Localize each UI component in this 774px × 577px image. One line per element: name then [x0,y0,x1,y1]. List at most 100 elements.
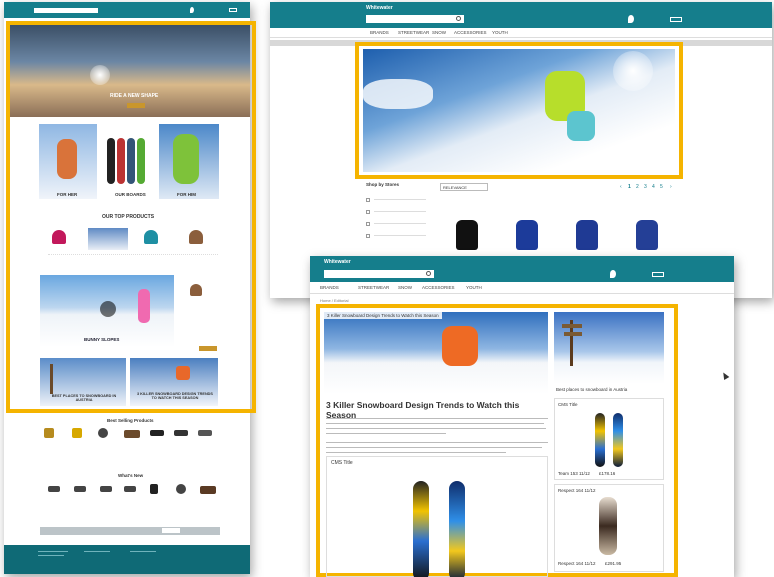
card-label: OUR BOARDS [115,192,146,197]
product-jacket[interactable] [516,220,538,250]
top-right-page: Whitewater BRANDS STREETWEAR SNOW ACCESS… [270,2,772,298]
nav-accessories[interactable]: ACCESSORIES [454,30,487,35]
editorial-nav: BRANDS STREETWEAR SNOW ACCESSORIES YOUTH [310,282,734,294]
free-shipping-banner[interactable] [40,527,220,535]
cart-icon[interactable] [229,8,237,12]
product-thumb[interactable] [144,230,158,244]
product-thumb[interactable] [88,228,128,250]
snowboard-image[interactable] [449,481,465,577]
top-products-title: OUR TOP PRODUCTS [102,214,155,220]
product-name[interactable]: Respect 164 11/12 [558,561,595,566]
product-thumb[interactable] [190,284,202,296]
location-pin-icon[interactable] [190,7,194,13]
left-hero-image: RIDE A NEW SHAPE [10,25,250,117]
card-for-her[interactable]: FOR HER [39,124,97,199]
breadcrumb[interactable]: Home / Editorial [320,298,348,303]
location-pin-icon[interactable] [628,15,634,23]
whats-new-title: What's New [118,473,144,478]
page-link[interactable]: 5 [660,184,663,190]
product-texts [48,254,218,264]
filter-checkbox[interactable] [366,210,370,214]
filter-checkbox[interactable] [366,234,370,238]
editorial-header: Whitewater [310,256,734,282]
product-price: £178.16 [599,471,616,476]
snowboard-image[interactable] [413,481,429,577]
sun-glare [90,65,110,85]
product-jacket[interactable] [636,220,658,250]
filter-checkbox[interactable] [366,222,370,226]
editorial-side-image[interactable] [554,312,664,384]
snowboard-image[interactable] [613,413,623,467]
category-hero-image [363,49,675,172]
side-cms-title: CMS Title [558,402,578,407]
hero-caption: 3 Killer Snowboard Design Trends to Watc… [324,312,442,319]
page-link[interactable]: 4 [652,184,655,190]
location-pin-icon[interactable] [610,270,616,278]
nav-brands[interactable]: BRANDS [370,30,389,35]
search-icon[interactable] [456,16,461,21]
snowboard-image[interactable] [599,497,617,555]
article-body [326,416,548,453]
product-name[interactable]: Team 153 11/12 [558,471,590,476]
left-page: RIDE A NEW SHAPE FOR HER OUR BOARDS FOR … [4,2,256,574]
nav-youth[interactable]: YOUTH [466,285,482,290]
search-icon[interactable] [426,271,431,276]
best-selling-row [40,426,220,452]
sort-select[interactable]: RELEVANCE [440,183,488,191]
filter-checkbox[interactable] [366,198,370,202]
play-icon[interactable] [100,301,116,317]
product-jacket[interactable] [576,220,598,250]
product-title: Respect 164 11/12 [558,488,596,493]
bunny-caption: BUNNY SLOPES [84,337,120,342]
nav-accessories[interactable]: ACCESSORIES [422,285,455,290]
cms-title: CMS Title [331,460,353,466]
editorial-page: Whitewater BRANDS STREETWEAR SNOW ACCESS… [310,256,734,577]
category-nav: BRANDS STREETWEAR SNOW ACCESSORIES YOUTH [270,28,772,38]
hero-caption: RIDE A NEW SHAPE [110,93,159,99]
page-link[interactable]: 2 [636,184,639,190]
page-prev[interactable]: ‹ [620,184,622,190]
cms-block: CMS Title [326,456,548,577]
nav-youth[interactable]: YOUTH [492,30,508,35]
best-selling-title: Best Selling Products [107,418,154,423]
brand-logo[interactable]: Whitewater [366,5,393,11]
side-caption: Best places to snowboard in Austria [556,387,628,392]
search-input[interactable] [366,15,464,23]
trends-caption: 3 KILLER SNOWBOARD DESIGN TRENDS TO WATC… [137,392,213,400]
product-thumb[interactable] [189,230,203,244]
search-input[interactable] [324,270,434,278]
side-cms-block: CMS Title Team 153 11/12 £178.16 [554,398,664,480]
bunny-slopes-image[interactable]: BUNNY SLOPES [40,275,174,347]
nav-streetwear[interactable]: STREETWEAR [358,285,389,290]
nav-streetwear[interactable]: STREETWEAR [398,30,429,35]
cart-icon[interactable] [652,272,664,277]
page-link[interactable]: 1 [628,184,631,190]
filter-list [366,192,436,252]
card-for-him[interactable]: FOR HIM [159,124,219,199]
pagination: ‹ 1 2 3 4 5 › [620,184,676,192]
nav-snow[interactable]: SNOW [432,30,446,35]
card-our-boards[interactable]: OUR BOARDS [103,124,153,199]
left-header [4,2,250,18]
category-header: Whitewater [270,2,772,28]
whats-new-row [44,482,222,508]
product-jacket[interactable] [456,220,478,250]
card-label: FOR HIM [177,192,196,197]
hero-shop-button[interactable] [127,103,145,108]
places-card[interactable]: BEST PLACES TO SNOWBOARD IN AUSTRIA [40,358,126,406]
editorial-hero[interactable]: 3 Killer Snowboard Design Trends to Watc… [324,312,548,394]
page-link[interactable]: 3 [644,184,647,190]
page-next[interactable]: › [670,184,672,190]
product-price: £291.95 [605,561,622,566]
rider [442,326,478,366]
shop-now-button[interactable] [199,346,217,351]
brand-logo[interactable]: Whitewater [324,259,351,265]
left-footer [4,545,250,574]
product-thumb[interactable] [52,230,66,244]
nav-brands[interactable]: BRANDS [320,285,339,290]
cart-icon[interactable] [670,17,682,22]
trends-card[interactable]: 3 KILLER SNOWBOARD DESIGN TRENDS TO WATC… [130,358,218,406]
snowboard-image[interactable] [595,413,605,467]
search-input[interactable] [34,8,98,13]
nav-snow[interactable]: SNOW [398,285,412,290]
